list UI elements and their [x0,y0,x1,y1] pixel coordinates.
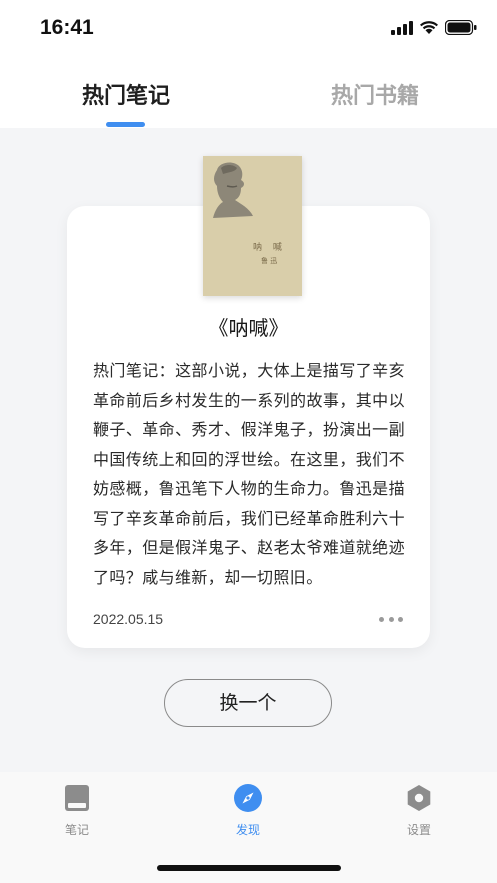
tab-hot-notes[interactable]: 热门笔记 [82,78,170,110]
wifi-icon [420,21,438,34]
top-tab-bar: 热门笔记 热门书籍 [0,60,497,128]
status-icons [391,20,477,35]
note-text: 热门笔记：这部小说，大体上是描写了辛亥革命前后乡村发生的一系列的故事，其中以鞭子… [93,361,405,587]
battery-icon [445,20,477,35]
book-cover[interactable]: 呐 喊 鲁 迅 [203,156,302,296]
note-date: 2022.05.15 [93,611,164,627]
tab-discover-label: 发现 [235,823,260,837]
home-indicator [157,865,341,871]
tab-notes-label: 笔记 [64,823,89,837]
signal-icon [391,20,413,35]
tab-hot-books[interactable]: 热门书籍 [331,78,419,110]
tab-settings-label: 设置 [406,823,431,837]
book-icon [65,785,89,811]
compass-icon [234,784,262,812]
cover-title: 呐 喊 [253,243,286,253]
author-portrait [213,162,253,218]
tab-notes[interactable]: 笔记 [47,784,107,838]
book-title: 《呐喊》 [208,316,289,340]
status-bar: 16:41 [0,0,497,60]
more-icon[interactable] [379,614,403,624]
cover-author: 鲁 迅 [261,257,278,265]
tab-settings[interactable]: 设置 [389,784,449,838]
status-time: 16:41 [40,16,94,39]
swap-button[interactable]: 换一个 [164,679,332,727]
active-tab-indicator [106,122,145,127]
tab-discover[interactable]: 发现 [218,784,278,838]
hexagon-settings-icon [407,785,431,811]
